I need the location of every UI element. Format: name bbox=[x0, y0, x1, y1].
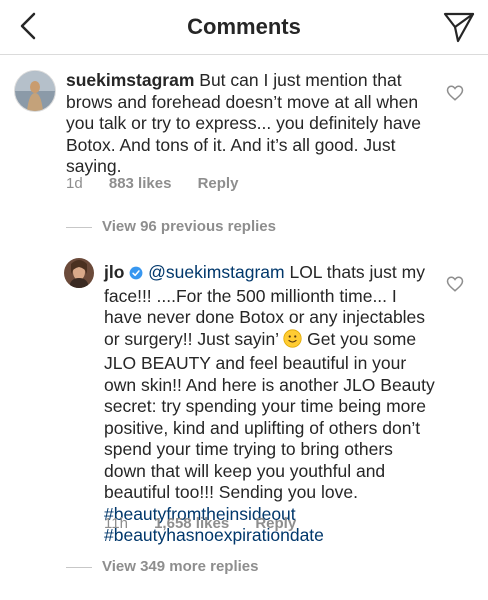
verified-icon bbox=[129, 266, 143, 280]
divider bbox=[66, 566, 92, 568]
paper-plane-icon bbox=[443, 12, 475, 43]
comment-text-continued: Get you some JLO BEAUTY and feel beautif… bbox=[104, 328, 435, 503]
profile-photo-icon bbox=[64, 258, 94, 288]
like-button[interactable] bbox=[446, 275, 464, 293]
reply-button[interactable]: Reply bbox=[255, 515, 296, 532]
slightly-smiling-face-icon bbox=[283, 328, 302, 354]
comment-body: suekimstagram But can I just mention tha… bbox=[66, 70, 436, 178]
comment-mention[interactable]: @suekimstagram bbox=[148, 262, 284, 282]
view-previous-replies[interactable]: View 96 previous replies bbox=[66, 218, 276, 235]
header-bar: Comments bbox=[0, 0, 488, 55]
comment-likes[interactable]: 883 likes bbox=[109, 175, 172, 192]
comment-meta: 11h 1,658 likes Reply bbox=[104, 515, 318, 532]
page-title: Comments bbox=[187, 14, 301, 39]
profile-photo-icon bbox=[15, 71, 55, 111]
heart-icon bbox=[446, 85, 464, 101]
comment-time: 11h bbox=[104, 515, 128, 532]
view-replies-label: View 96 previous replies bbox=[102, 218, 276, 235]
comment-username[interactable]: jlo bbox=[104, 262, 124, 282]
view-more-replies[interactable]: View 349 more replies bbox=[66, 558, 258, 575]
avatar[interactable] bbox=[14, 70, 56, 112]
comment-time: 1d bbox=[66, 175, 83, 192]
comment-meta: 1d 883 likes Reply bbox=[66, 175, 260, 192]
like-button[interactable] bbox=[446, 84, 464, 102]
verified-badge bbox=[129, 264, 143, 286]
comment-body: jlo @suekimstagram LOL thats just my fac… bbox=[104, 262, 436, 547]
view-replies-label: View 349 more replies bbox=[102, 558, 259, 575]
reply-button[interactable]: Reply bbox=[198, 175, 239, 192]
avatar[interactable] bbox=[64, 258, 94, 288]
divider bbox=[66, 226, 92, 228]
comment-username[interactable]: suekimstagram bbox=[66, 70, 194, 90]
comment-likes[interactable]: 1,658 likes bbox=[154, 515, 229, 532]
share-button[interactable] bbox=[442, 10, 476, 44]
heart-icon bbox=[446, 276, 464, 292]
